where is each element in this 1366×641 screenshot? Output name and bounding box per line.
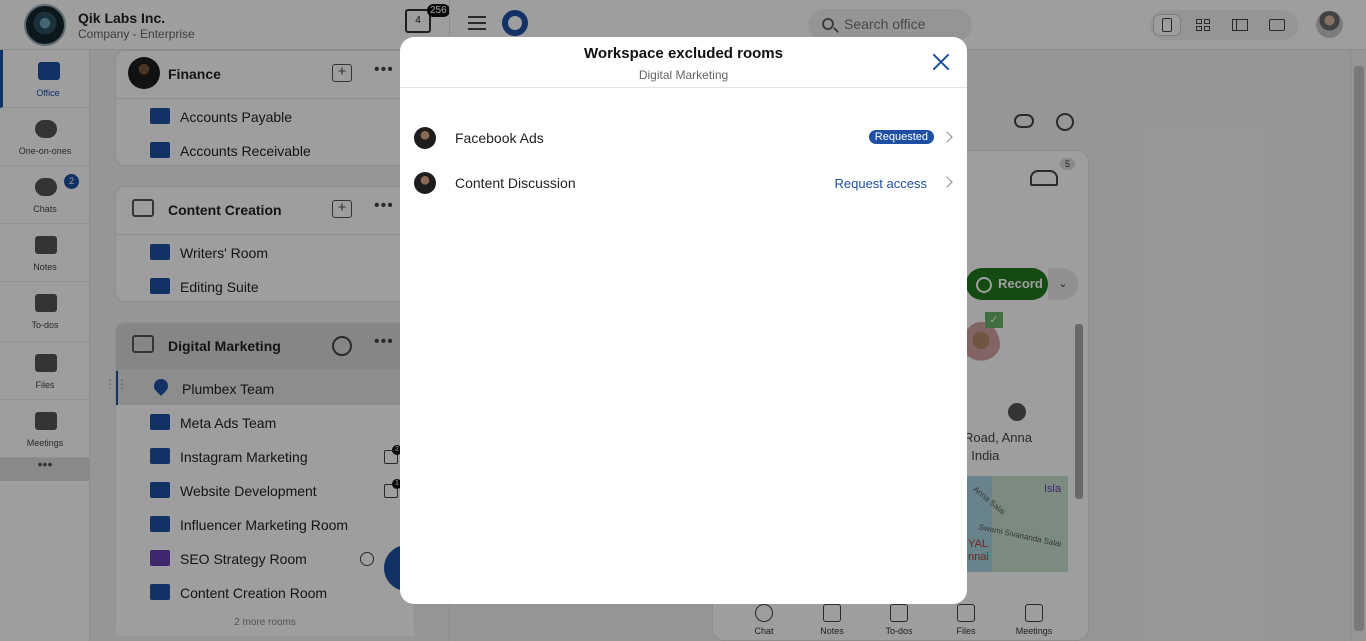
request-access-link[interactable]: Request access — [835, 176, 928, 191]
excluded-room-row[interactable]: Content Discussion Request access — [400, 161, 967, 206]
room-avatar — [414, 127, 436, 149]
chevron-right-icon — [941, 131, 953, 143]
dialog-title: Workspace excluded rooms — [584, 45, 783, 62]
excluded-rooms-dialog: Workspace excluded rooms Digital Marketi… — [400, 37, 967, 604]
room-name: Facebook Ads — [455, 130, 544, 146]
dialog-header: Workspace excluded rooms Digital Marketi… — [400, 37, 967, 88]
room-name: Content Discussion — [455, 175, 576, 191]
excluded-room-list: Facebook Ads Requested Content Discussio… — [400, 116, 967, 206]
dialog-subtitle: Digital Marketing — [638, 68, 729, 82]
room-avatar — [414, 172, 436, 194]
chevron-right-icon — [941, 176, 953, 188]
excluded-room-row[interactable]: Facebook Ads Requested — [400, 116, 967, 161]
close-icon[interactable] — [930, 51, 952, 73]
requested-badge: Requested — [868, 130, 934, 144]
